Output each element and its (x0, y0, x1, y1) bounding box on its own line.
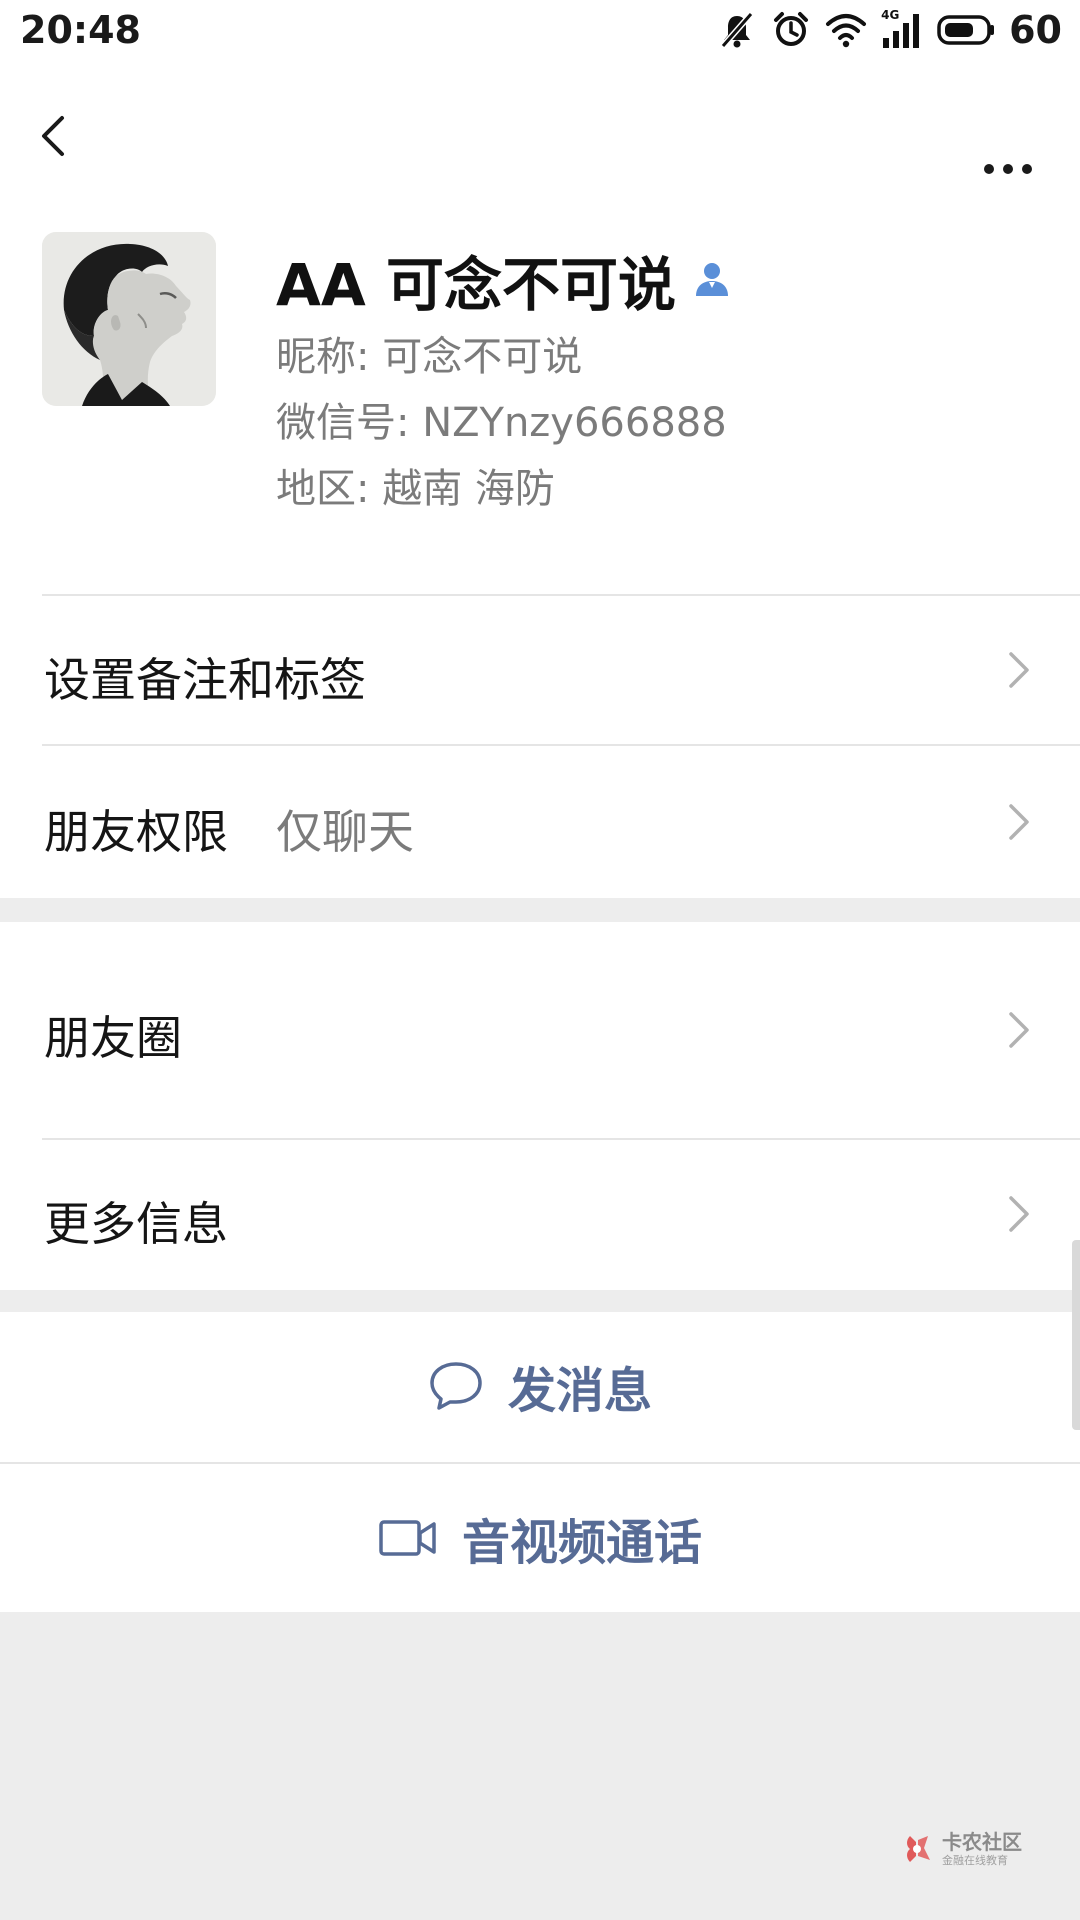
video-call-label: 音视频通话 (461, 1515, 702, 1571)
remark-tags-row[interactable]: 设置备注和标签 (0, 596, 1080, 744)
remark-tags-label: 设置备注和标签 (44, 653, 366, 707)
chevron-right-icon (1009, 804, 1029, 840)
more-options-button[interactable] (976, 156, 1040, 180)
back-chevron-icon (42, 116, 64, 156)
region-line: 地区: 越南 海防 (276, 466, 555, 512)
permissions-label: 朋友权限 (44, 805, 228, 859)
send-message-button[interactable]: 发消息 (0, 1312, 1080, 1460)
send-message-label: 发消息 (507, 1363, 652, 1419)
video-call-button[interactable]: 音视频通话 (0, 1464, 1080, 1612)
watermark: 卡农社区 金融在线教育 (900, 1832, 1022, 1866)
more-info-label: 更多信息 (44, 1197, 228, 1251)
video-camera-icon (379, 1520, 436, 1556)
profile-card: AA 可念不可说 昵称: 可念不可说 微信号: NZYnzy666888 地区:… (0, 60, 1080, 898)
more-info-row[interactable]: 更多信息 (0, 1140, 1080, 1290)
mute-icon (717, 10, 757, 50)
battery-icon (937, 14, 995, 46)
cellular-signal-icon: 4G (881, 8, 923, 50)
moments-row[interactable]: 朋友圈 (0, 922, 1080, 1138)
watermark-text: 卡农社区 金融在线教育 (942, 1832, 1022, 1866)
status-bar: 20:48 4G 60 (0, 0, 1080, 60)
chevron-right-icon (1009, 1012, 1029, 1048)
back-button[interactable] (28, 100, 84, 172)
nickname-line: 昵称: 可念不可说 (276, 334, 583, 380)
wechat-id-line: 微信号: NZYnzy666888 (276, 400, 727, 446)
status-icons: 4G 60 (717, 6, 1062, 54)
contact-profile-screen: 20:48 4G 60 AA 可念不可说 昵称: 可念不可说 微信号: NZYn… (0, 0, 1080, 1920)
avatar[interactable] (42, 232, 216, 406)
display-name: AA 可念不可说 (276, 251, 676, 319)
battery-level: 60 (1009, 8, 1062, 52)
chat-bubble-icon (430, 1362, 482, 1410)
chevron-right-icon (1009, 1196, 1029, 1232)
alarm-icon (771, 10, 811, 50)
wifi-icon (825, 12, 867, 48)
more-dot (1003, 164, 1013, 174)
chevron-right-icon (1009, 652, 1029, 688)
permissions-value: 仅聊天 (276, 805, 414, 859)
kanong-logo-icon (907, 1836, 930, 1862)
more-dot (1022, 164, 1032, 174)
scroll-indicator[interactable] (1072, 1240, 1080, 1430)
name-row: AA 可念不可说 (276, 238, 732, 322)
network-type-label: 4G (881, 8, 900, 22)
person-badge-icon (692, 258, 732, 302)
avatar-portrait-image (42, 232, 216, 406)
actions-section: 发消息 音视频通话 (0, 1312, 1080, 1612)
more-dots-icon (984, 164, 994, 174)
watermark-name: 卡农社区 (942, 1830, 1022, 1854)
status-time: 20:48 (20, 8, 141, 52)
moments-section: 朋友圈 更多信息 (0, 922, 1080, 1290)
moments-label: 朋友圈 (44, 1011, 182, 1065)
friend-permissions-row[interactable]: 朋友权限 仅聊天 (0, 746, 1080, 898)
watermark-tagline: 金融在线教育 (942, 1854, 1008, 1867)
